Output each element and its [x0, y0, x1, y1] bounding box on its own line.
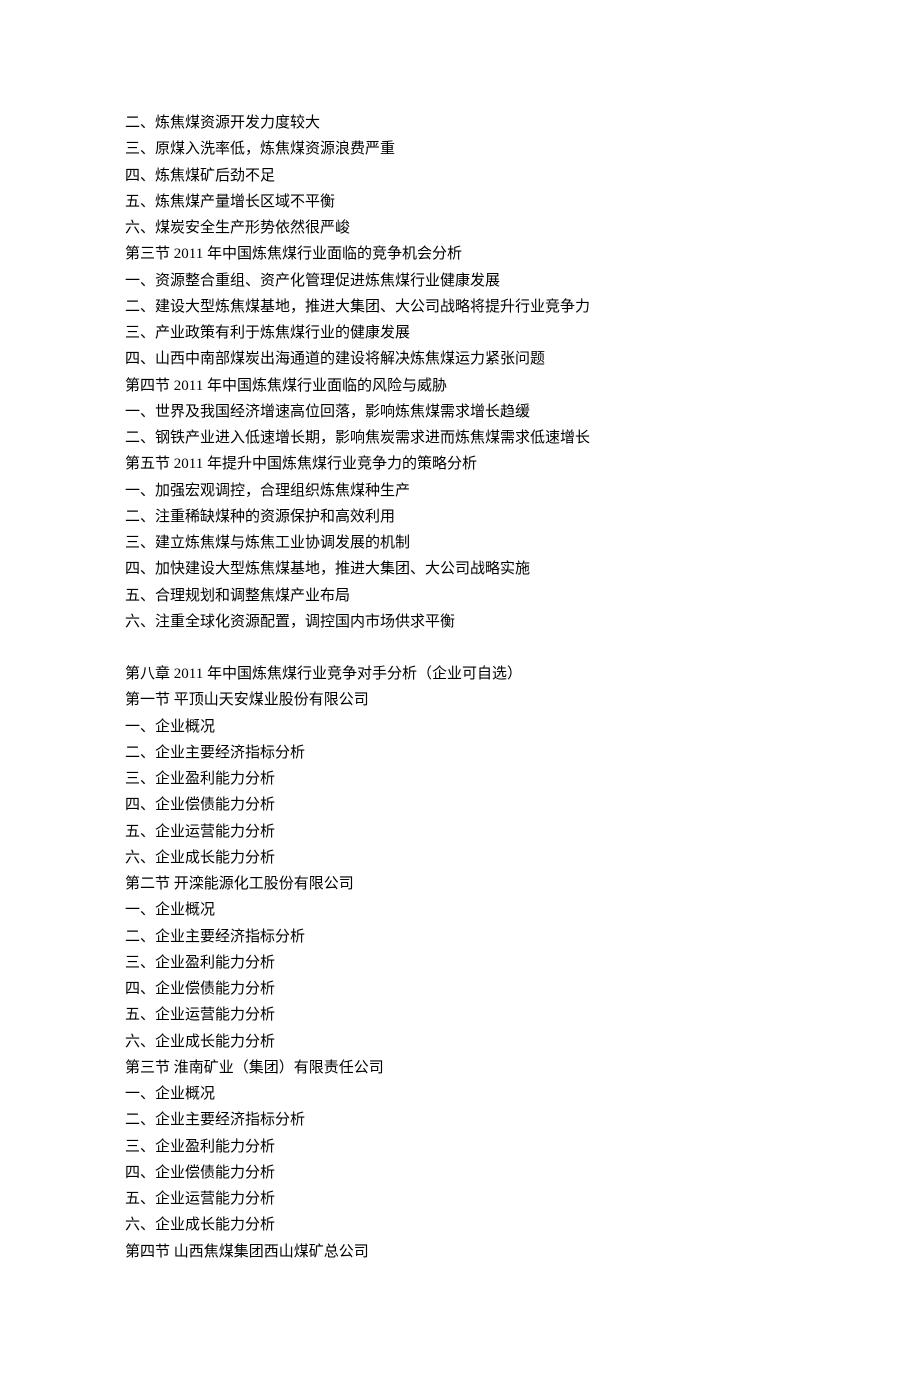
toc-line: 五、合理规划和调整焦煤产业布局 — [125, 583, 795, 609]
toc-line: 一、企业概况 — [125, 1081, 795, 1107]
toc-line: 三、企业盈利能力分析 — [125, 766, 795, 792]
toc-line: 三、企业盈利能力分析 — [125, 950, 795, 976]
toc-line: 四、炼焦煤矿后劲不足 — [125, 163, 795, 189]
toc-line: 第二节 开滦能源化工股份有限公司 — [125, 871, 795, 897]
toc-line: 一、世界及我国经济增速高位回落，影响炼焦煤需求增长趋缓 — [125, 399, 795, 425]
toc-line: 六、煤炭安全生产形势依然很严峻 — [125, 215, 795, 241]
toc-line: 四、企业偿债能力分析 — [125, 1160, 795, 1186]
toc-line: 三、企业盈利能力分析 — [125, 1134, 795, 1160]
toc-line: 六、注重全球化资源配置，调控国内市场供求平衡 — [125, 609, 795, 635]
toc-line: 二、企业主要经济指标分析 — [125, 740, 795, 766]
toc-line: 第四节 2011 年中国炼焦煤行业面临的风险与威胁 — [125, 373, 795, 399]
toc-line: 二、企业主要经济指标分析 — [125, 1107, 795, 1133]
toc-line: 二、炼焦煤资源开发力度较大 — [125, 110, 795, 136]
toc-line: 六、企业成长能力分析 — [125, 1212, 795, 1238]
toc-line: 第五节 2011 年提升中国炼焦煤行业竞争力的策略分析 — [125, 451, 795, 477]
toc-line: 五、企业运营能力分析 — [125, 1002, 795, 1028]
toc-line: 五、炼焦煤产量增长区域不平衡 — [125, 189, 795, 215]
toc-line: 第四节 山西焦煤集团西山煤矿总公司 — [125, 1239, 795, 1265]
toc-line: 六、企业成长能力分析 — [125, 1029, 795, 1055]
toc-line: 四、山西中南部煤炭出海通道的建设将解决炼焦煤运力紧张问题 — [125, 346, 795, 372]
toc-line: 一、加强宏观调控，合理组织炼焦煤种生产 — [125, 478, 795, 504]
toc-line: 五、企业运营能力分析 — [125, 819, 795, 845]
toc-line: 二、钢铁产业进入低速增长期，影响焦炭需求进而炼焦煤需求低速增长 — [125, 425, 795, 451]
toc-line: 第一节 平顶山天安煤业股份有限公司 — [125, 687, 795, 713]
toc-line: 第三节 淮南矿业（集团）有限责任公司 — [125, 1055, 795, 1081]
toc-line: 第八章 2011 年中国炼焦煤行业竞争对手分析（企业可自选） — [125, 661, 795, 687]
toc-line: 五、企业运营能力分析 — [125, 1186, 795, 1212]
blank-line — [125, 635, 795, 661]
toc-line: 三、原煤入洗率低，炼焦煤资源浪费严重 — [125, 136, 795, 162]
toc-line: 一、企业概况 — [125, 897, 795, 923]
toc-line: 三、建立炼焦煤与炼焦工业协调发展的机制 — [125, 530, 795, 556]
toc-line: 二、企业主要经济指标分析 — [125, 924, 795, 950]
document-body: 二、炼焦煤资源开发力度较大三、原煤入洗率低，炼焦煤资源浪费严重四、炼焦煤矿后劲不… — [125, 110, 795, 1265]
toc-line: 第三节 2011 年中国炼焦煤行业面临的竞争机会分析 — [125, 241, 795, 267]
toc-line: 四、企业偿债能力分析 — [125, 976, 795, 1002]
toc-line: 一、企业概况 — [125, 714, 795, 740]
toc-line: 二、建设大型炼焦煤基地，推进大集团、大公司战略将提升行业竞争力 — [125, 294, 795, 320]
toc-line: 二、注重稀缺煤种的资源保护和高效利用 — [125, 504, 795, 530]
toc-line: 四、加快建设大型炼焦煤基地，推进大集团、大公司战略实施 — [125, 556, 795, 582]
toc-line: 四、企业偿债能力分析 — [125, 792, 795, 818]
toc-line: 三、产业政策有利于炼焦煤行业的健康发展 — [125, 320, 795, 346]
toc-line: 一、资源整合重组、资产化管理促进炼焦煤行业健康发展 — [125, 268, 795, 294]
toc-line: 六、企业成长能力分析 — [125, 845, 795, 871]
